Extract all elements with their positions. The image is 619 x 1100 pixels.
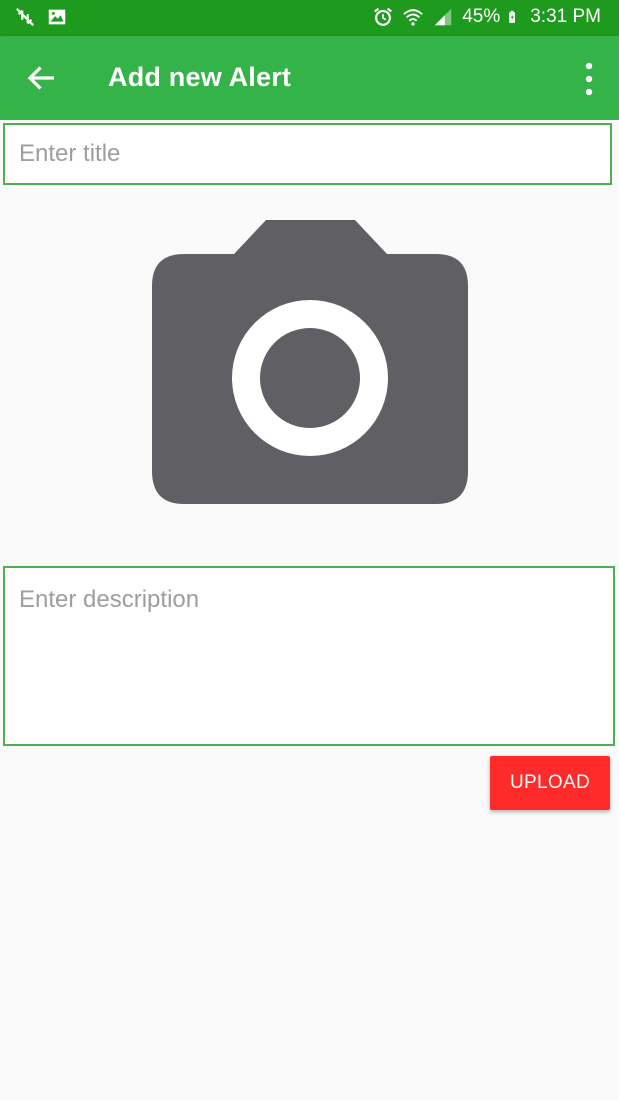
app-bar: Add new Alert	[0, 36, 619, 120]
battery-percent: 45%	[462, 6, 501, 27]
wifi-icon	[403, 9, 423, 26]
description-input[interactable]	[3, 566, 615, 746]
image-icon	[48, 9, 66, 25]
form-content: UPLOAD	[0, 120, 619, 1100]
alarm-icon	[374, 7, 393, 26]
title-input[interactable]	[3, 123, 612, 185]
arrow-back-icon[interactable]	[24, 60, 60, 96]
upload-button[interactable]: UPLOAD	[490, 756, 610, 810]
status-left-icons	[14, 6, 68, 28]
battery-charging-icon	[509, 10, 516, 23]
no-signal-transfer-icon	[15, 7, 35, 27]
more-vert-icon[interactable]	[579, 62, 599, 96]
camera-icon[interactable]	[152, 220, 468, 504]
cell-signal-icon	[434, 8, 452, 26]
status-bar: 45% 3:31 PM	[0, 0, 619, 36]
page-title: Add new Alert	[108, 62, 292, 92]
status-right: 45% 3:31 PM	[372, 6, 601, 28]
status-time: 3:31 PM	[530, 6, 601, 27]
image-picker-area	[3, 186, 615, 566]
